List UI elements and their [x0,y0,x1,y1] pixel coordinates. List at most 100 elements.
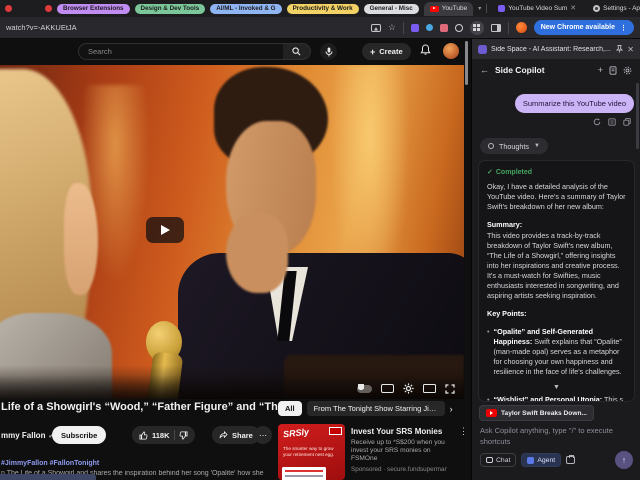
settings-gear-icon[interactable] [403,383,414,394]
extension-icon[interactable] [411,24,419,32]
media-cast-icon[interactable] [371,24,381,32]
tab-caret-icon[interactable]: ▾ [478,5,481,12]
sidebar-scrollbar[interactable] [636,83,639,149]
close-tab-icon[interactable]: ✕ [570,5,576,12]
tab-group-general[interactable]: General - Misc [364,4,419,14]
bookmark-star-icon[interactable]: ☆ [388,23,396,32]
tab-group-design-dev[interactable]: Design & Dev Tools [135,4,206,14]
pinned-tab-icon[interactable] [45,5,52,12]
ad-body: Invest Your SRS Monies Receive up to *S$… [351,424,447,480]
send-button[interactable]: ↑ [615,451,633,469]
sponsored-ad[interactable]: SRSly The smarter way to grow your retir… [278,424,466,480]
ad-brand-text: SRSly [283,427,310,440]
ad-title[interactable]: Invest Your SRS Monies [351,427,447,436]
address-bar[interactable]: watch?v=-AKKUEtJA [6,23,364,32]
copilot-title: Side Copilot [495,65,592,75]
ad-thumb-tagline: The smarter way to grow your retirement … [283,446,335,457]
extensions-grid-button[interactable] [470,21,484,35]
ad-menu-icon[interactable]: ⋮ [459,426,468,437]
back-arrow-icon[interactable]: ← [480,65,489,75]
refresh-icon[interactable] [593,118,601,126]
subtitles-icon[interactable] [381,384,394,393]
copilot-footer: Chat Agent ↑ [480,451,633,469]
quote-icon[interactable] [608,118,616,126]
chat-mode-button[interactable]: Chat [480,453,516,467]
search-button[interactable] [283,43,311,60]
chevron-down-icon: ▼ [534,143,540,149]
side-panel-icon[interactable] [491,24,501,32]
side-space-panel: Side Space - AI Assistant: Research,... … [471,39,640,480]
thumbs-up-icon[interactable] [139,431,148,440]
notebook-icon[interactable] [609,66,617,75]
check-icon: ✓ [487,168,493,176]
pin-icon[interactable] [616,45,623,53]
tab-youtube[interactable]: YouTube [424,2,474,16]
copilot-input[interactable]: Ask Copilot anything, type "/" to execut… [480,426,630,447]
extension-icon[interactable] [440,24,448,32]
pinned-tab-icon[interactable] [5,5,12,12]
tab-youtube-video-summarizer[interactable]: YouTube Video Sum ✕ [492,2,582,16]
status-badge: ✓ Completed [487,168,626,176]
like-dislike-pill: 118K [132,426,195,444]
account-avatar[interactable] [443,43,459,59]
key-point-item: • “Opalite” and Self-Generated Happiness… [487,327,626,377]
new-chat-icon[interactable]: + [598,65,603,75]
scroll-down-icon[interactable]: ▼ [487,384,626,391]
tab-group-aiml[interactable]: AI/ML - Invoked & G [210,4,281,14]
new-chrome-button[interactable]: New Chrome available ⋮ [534,20,634,35]
tab-settings[interactable]: Settings - Appeara ✕ [587,2,640,16]
thoughts-toggle[interactable]: Thoughts ▼ [480,138,548,154]
copy-icon[interactable] [623,118,631,126]
subscribe-button[interactable]: Subscribe [52,426,106,444]
extension-favicon [498,5,505,12]
search-input[interactable] [79,47,283,56]
video-context-chip[interactable]: Taylor Swift Breaks Down... [479,405,594,421]
settings-icon[interactable] [623,66,632,75]
chevron-right-icon[interactable]: › [450,404,453,414]
extension-icon[interactable] [426,24,433,31]
theater-mode-icon[interactable] [423,384,436,393]
agent-icon [527,457,534,464]
settings-favicon [593,5,600,12]
share-icon [219,431,228,439]
grid-icon [473,24,480,31]
chip-tonight-show[interactable]: From The Tonight Show Starring Jimmy Fal… [307,401,445,416]
page-scrollbar[interactable] [465,41,468,85]
side-space-logo-icon [478,45,487,54]
chip-all[interactable]: All [278,401,302,416]
kebab-menu-icon[interactable]: ⋮ [620,24,627,32]
tab-group-browser-extensions[interactable]: Browser Extensions [57,4,130,14]
channel-row: mmy Fallon ✔ Subscribe 118K Share ⋯ [0,426,276,446]
ad-description: Receive up to *S$200 when you invest you… [351,439,447,463]
tools-icon[interactable] [566,456,575,464]
summary-heading: Summary: [487,220,626,229]
sidebar-window-title: Side Space - AI Assistant: Research,... [491,46,612,53]
video-title: Life of a Showgirl's “Wood,” “Father Fig… [1,401,301,413]
channel-name[interactable]: mmy Fallon ✔ [1,431,54,440]
assistant-message: ✓ Completed Okay, I have a detailed anal… [478,160,635,402]
thumbs-down-icon[interactable] [179,431,188,440]
browser-window: Browser Extensions Design & Dev Tools AI… [0,0,640,480]
plus-icon: + [370,47,375,57]
youtube-icon [486,409,497,417]
agent-mode-button[interactable]: Agent [521,453,561,467]
more-actions-button[interactable]: ⋯ [254,426,272,444]
play-button[interactable] [146,217,184,243]
fullscreen-icon[interactable] [445,384,455,394]
share-button[interactable]: Share [212,426,260,444]
close-icon[interactable]: ✕ [627,45,634,54]
notifications-button[interactable] [420,44,431,56]
voice-search-button[interactable] [320,43,337,60]
video-player[interactable] [0,65,464,399]
browser-toolbar: watch?v=-AKKUEtJA ☆ New Chrome available… [0,17,640,39]
tab-group-productivity[interactable]: Productivity & Work [287,4,359,14]
extension-icon[interactable] [455,24,463,32]
key-point-item: • “Wishlist” and Personal Utopia: This s [487,395,626,402]
create-button[interactable]: + Create [362,43,411,60]
summary-text: This video provides a track-by-track bre… [487,231,626,301]
description-hashtags[interactable]: #JimmyFallon #FallonTonight [1,460,99,467]
browser-profile-icon[interactable] [516,22,527,33]
message-actions [593,118,631,126]
tab-strip: Browser Extensions Design & Dev Tools AI… [0,0,640,17]
ad-thumbnail[interactable]: SRSly The smarter way to grow your retir… [278,424,345,480]
